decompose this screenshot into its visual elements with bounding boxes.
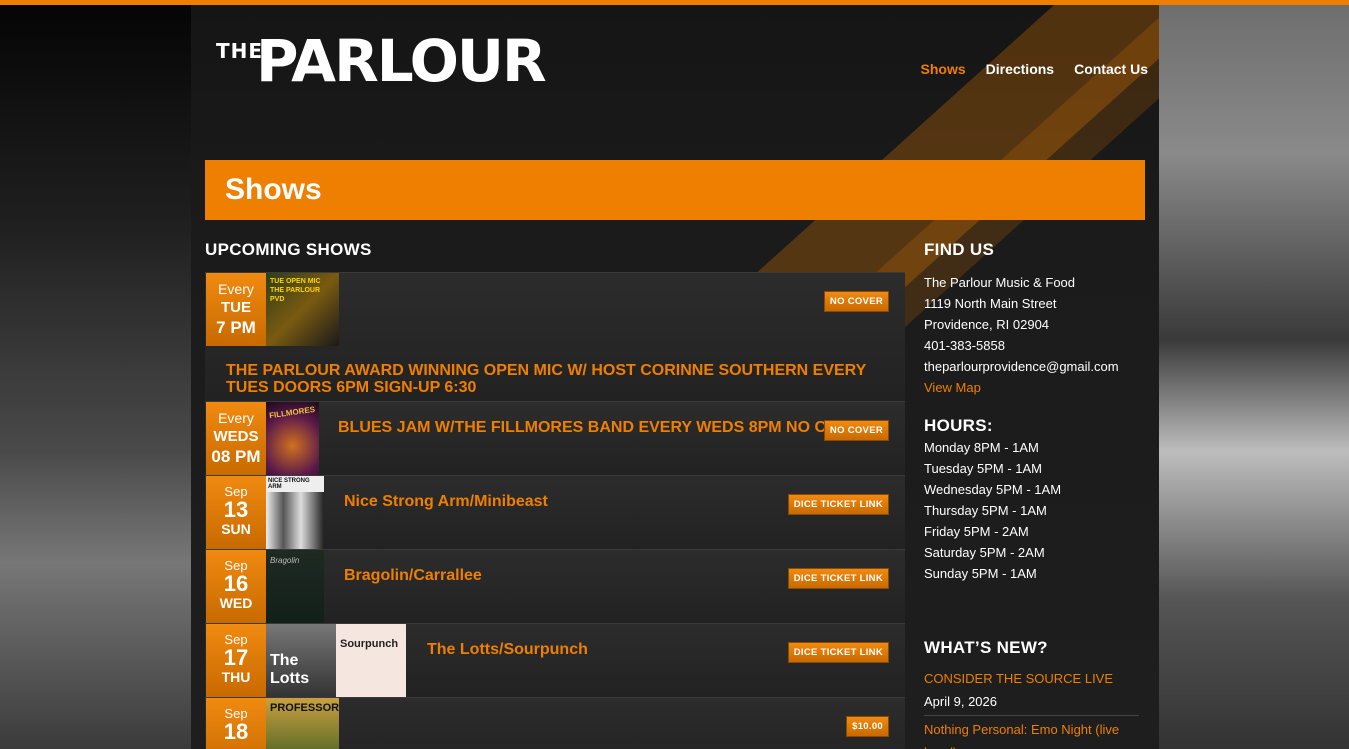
venue-city: Providence, RI 02904 (924, 317, 1050, 332)
date-line-3: 08 PM (211, 447, 261, 466)
main-content: THE PARLOUR Shows Directions Contact Us … (191, 5, 1159, 749)
date-line-2: WEDS (213, 428, 259, 445)
background-photo-left (0, 5, 191, 749)
show-poster-secondary[interactable]: Sourpunch (336, 624, 406, 697)
news-item: CONSIDER THE SOURCE LIVE April 9, 2026 (924, 667, 1139, 713)
hours-sunday: Sunday 5PM - 1AM (924, 566, 1037, 581)
show-poster[interactable]: Bragolin (266, 550, 324, 623)
show-date: Every TUE 7 PM (206, 273, 266, 346)
show-title[interactable]: BLUES JAM W/THE FILLMORES BAND EVERY WED… (338, 419, 828, 437)
hours-tuesday: Tuesday 5PM - 1AM (924, 461, 1043, 476)
show-poster[interactable]: TUE OPEN MIC THE PARLOUR PVD (266, 273, 339, 346)
poster-text: FILLMORES (268, 404, 316, 421)
page-title-banner: Shows (205, 160, 1145, 220)
background-photo-right (1159, 5, 1349, 749)
date-line-2: TUE (221, 299, 251, 316)
price-badge[interactable]: NO COVER (823, 291, 889, 312)
news-link[interactable]: Nothing Personal: Emo Night (live band) (924, 722, 1119, 749)
news-link[interactable]: CONSIDER THE SOURCE LIVE (924, 671, 1113, 686)
hours-saturday: Saturday 5PM - 2AM (924, 545, 1045, 560)
show-title[interactable]: THE PARLOUR AWARD WINNING OPEN MIC W/ HO… (226, 362, 886, 396)
date-line-1: Every (218, 410, 254, 426)
hours-friday: Friday 5PM - 2AM (924, 524, 1029, 539)
logo-parlour: PARLOUR (256, 27, 547, 95)
ticket-link-badge[interactable]: DICE TICKET LINK (787, 494, 889, 515)
date-weekday: SUN (221, 521, 251, 537)
hours-thursday: Thursday 5PM - 1AM (924, 503, 1047, 518)
date-day: 18 (223, 719, 249, 744)
main-nav: Shows Directions Contact Us (921, 61, 1149, 77)
show-item[interactable]: Sep 17 THU The Lotts Sourpunch The Lotts… (205, 623, 905, 697)
show-poster[interactable]: FILLMORES (266, 402, 319, 475)
price-badge[interactable]: $10.00 (846, 716, 889, 737)
venue-name: The Parlour Music & Food (924, 275, 1076, 290)
date-weekday: THU (221, 669, 251, 685)
venue-email[interactable]: theparlourprovidence@gmail.com (924, 356, 1119, 377)
news-item: Nothing Personal: Emo Night (live band) (924, 718, 1139, 749)
poster-text: Sourpunch (340, 638, 399, 650)
show-poster[interactable]: PROFESSOR (266, 698, 339, 749)
show-poster[interactable]: The Lotts (266, 624, 336, 697)
find-us-title: FIND US (924, 240, 995, 259)
news-date: April 9, 2026 (924, 694, 997, 709)
hours-title: HOURS: (924, 416, 993, 435)
hours-list: Monday 8PM - 1AM Tuesday 5PM - 1AM Wedne… (924, 437, 1061, 584)
poster-text: Bragolin (270, 556, 300, 565)
find-us-details: The Parlour Music & Food 1119 North Main… (924, 272, 1119, 398)
show-date: Sep 17 THU (206, 624, 266, 697)
venue-phone[interactable]: 401-383-5858 (924, 335, 1119, 356)
show-item[interactable]: Every WEDS 08 PM FILLMORES BLUES JAM W/T… (205, 401, 905, 475)
show-date: Sep 18 (206, 698, 266, 749)
date-day: 17 (223, 645, 249, 670)
show-title[interactable]: Bragolin/Carrallee (344, 567, 482, 585)
nav-contact-us[interactable]: Contact Us (1074, 61, 1148, 77)
venue-street: 1119 North Main Street (924, 296, 1057, 311)
news-divider (924, 715, 1139, 716)
date-day: 16 (223, 571, 249, 596)
poster-text: TUE OPEN MIC THE PARLOUR PVD (270, 278, 321, 303)
poster-text: NICE STRONG ARM (266, 476, 324, 492)
date-line-1: Every (218, 281, 254, 297)
show-poster[interactable]: NICE STRONG ARM (266, 476, 324, 549)
view-map-link[interactable]: View Map (924, 377, 1119, 398)
poster-text: PROFESSOR (270, 702, 340, 714)
show-item[interactable]: Every TUE 7 PM TUE OPEN MIC THE PARLOUR … (205, 272, 905, 401)
ticket-link-badge[interactable]: DICE TICKET LINK (787, 642, 889, 663)
news-list: CONSIDER THE SOURCE LIVE April 9, 2026 N… (924, 667, 1139, 749)
show-date: Sep 16 WED (206, 550, 266, 623)
show-item[interactable]: Sep 16 WED Bragolin Bragolin/Carrallee D… (205, 549, 905, 623)
ticket-link-badge[interactable]: DICE TICKET LINK (787, 568, 889, 589)
price-badge[interactable]: NO COVER (823, 420, 889, 441)
show-date: Every WEDS 08 PM (206, 402, 266, 475)
nav-shows[interactable]: Shows (921, 61, 966, 77)
page-title: Shows (225, 173, 322, 206)
hours-wednesday: Wednesday 5PM - 1AM (924, 482, 1062, 497)
show-item[interactable]: Sep 13 SUN NICE STRONG ARM Nice Strong A… (205, 475, 905, 549)
upcoming-shows-title: UPCOMING SHOWS (205, 240, 372, 259)
nav-directions[interactable]: Directions (986, 61, 1054, 77)
date-weekday: WED (219, 595, 253, 611)
show-title[interactable]: Nice Strong Arm/Minibeast (344, 493, 548, 511)
date-line-3: 7 PM (216, 318, 256, 337)
show-item[interactable]: Sep 18 PROFESSOR $10.00 (205, 697, 905, 749)
poster-text: The Lotts (270, 652, 310, 687)
date-day: 13 (223, 497, 249, 522)
hours-monday: Monday 8PM - 1AM (924, 440, 1039, 455)
whats-new-title: WHAT’S NEW? (924, 638, 1048, 657)
show-date: Sep 13 SUN (206, 476, 266, 549)
show-list: Every TUE 7 PM TUE OPEN MIC THE PARLOUR … (205, 272, 905, 749)
show-title[interactable]: The Lotts/Sourpunch (427, 641, 588, 659)
